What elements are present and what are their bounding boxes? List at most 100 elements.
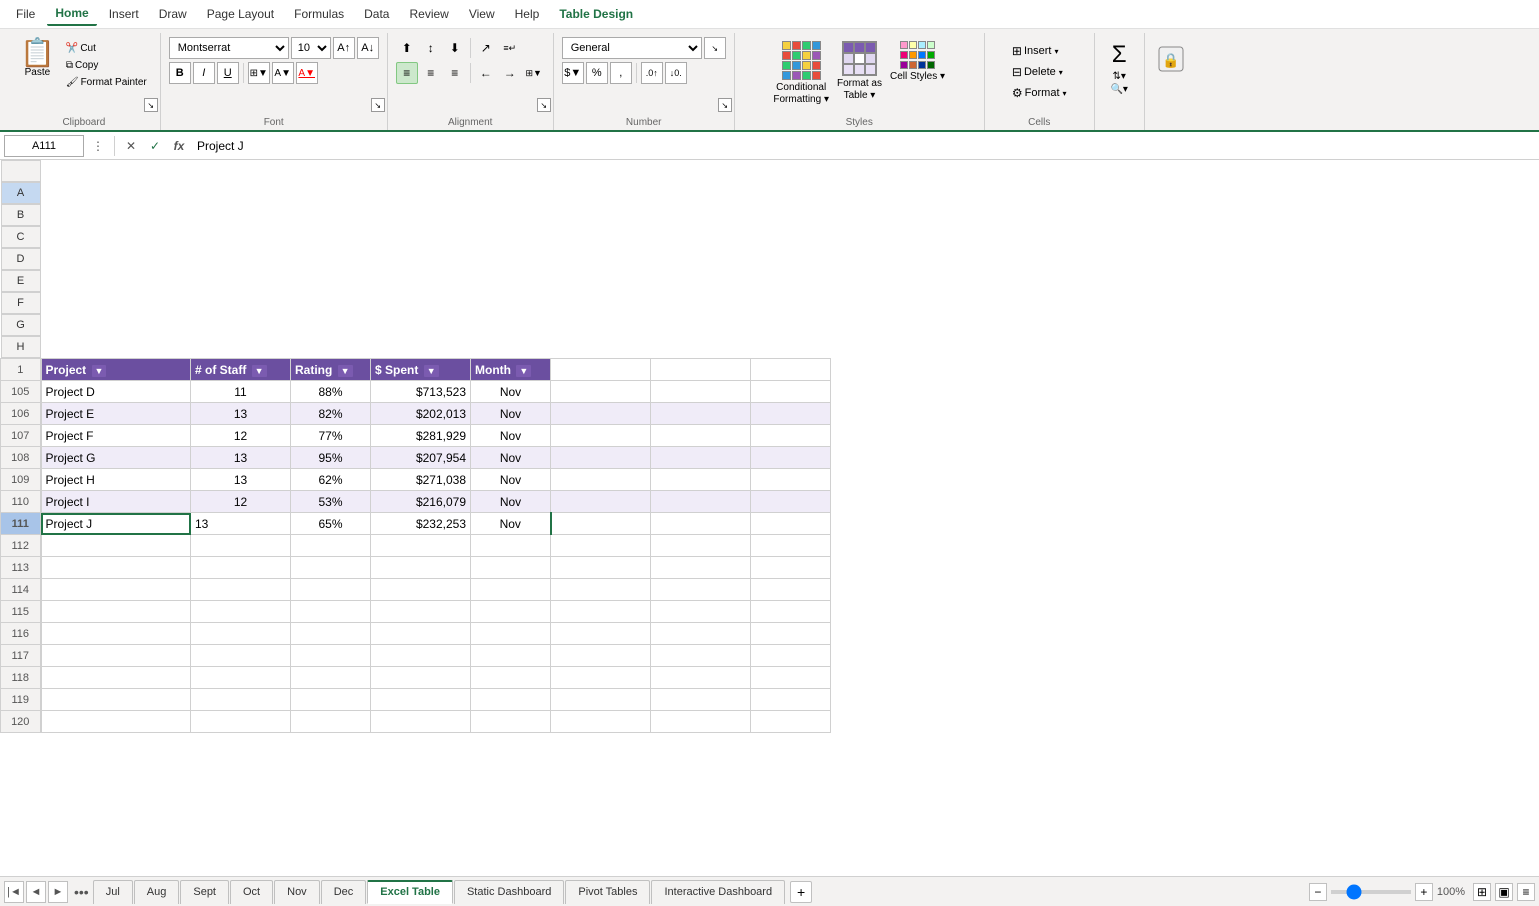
cell-105-e[interactable]: Nov	[471, 381, 551, 403]
menu-table-design[interactable]: Table Design	[551, 3, 641, 25]
align-right-button[interactable]: ≡	[444, 62, 466, 84]
project-dropdown-icon[interactable]: ▼	[92, 365, 107, 377]
cell-109-c[interactable]: 62%	[291, 469, 371, 491]
cell-109-e[interactable]: Nov	[471, 469, 551, 491]
cell-108-a[interactable]: Project G	[41, 447, 191, 469]
cut-button[interactable]: ✂️ Cut	[61, 41, 152, 56]
tab-aug[interactable]: Aug	[134, 880, 180, 904]
tab-sept[interactable]: Sept	[180, 880, 229, 904]
align-left-button[interactable]: ≡	[396, 62, 418, 84]
percent-button[interactable]: %	[586, 62, 608, 84]
increase-decimal-button[interactable]: .0↑	[641, 62, 663, 84]
cell-106-d[interactable]: $202,013	[371, 403, 471, 425]
month-dropdown-icon[interactable]: ▼	[516, 365, 531, 377]
fill-color-button[interactable]: A▼	[272, 62, 294, 84]
menu-view[interactable]: View	[461, 3, 503, 25]
page-layout-view-button[interactable]: ▣	[1495, 883, 1513, 901]
cell-109-a[interactable]: Project H	[41, 469, 191, 491]
font-name-select[interactable]: Montserrat	[169, 37, 289, 59]
borders-button[interactable]: ⊞▼	[248, 62, 270, 84]
currency-button[interactable]: $▼	[562, 62, 584, 84]
col-header-F[interactable]: F	[1, 292, 41, 314]
increase-indent-button[interactable]: →	[499, 62, 521, 84]
number-expand-button[interactable]: ↘	[704, 37, 726, 59]
merge-center-button[interactable]: ⊞▼	[523, 62, 545, 84]
font-size-select[interactable]: 10	[291, 37, 331, 59]
header-cell-month[interactable]: Month ▼	[471, 359, 551, 381]
wrap-text-button[interactable]: ≡↵	[499, 37, 521, 59]
rating-dropdown-icon[interactable]: ▼	[338, 365, 353, 377]
cell-105-a[interactable]: Project D	[41, 381, 191, 403]
cell-114-a[interactable]	[41, 579, 191, 601]
zoom-in-button[interactable]: +	[1415, 883, 1433, 901]
menu-data[interactable]: Data	[356, 3, 397, 25]
col-header-B[interactable]: B	[1, 204, 41, 226]
header-cell-project[interactable]: Project ▼	[41, 359, 191, 381]
cell-111-c[interactable]: 65%	[291, 513, 371, 535]
tab-nav-next[interactable]: ►	[48, 881, 68, 903]
cell-118-a[interactable]	[41, 667, 191, 689]
menu-review[interactable]: Review	[401, 3, 456, 25]
alignment-expand[interactable]: ↘	[537, 98, 551, 112]
cell-107-e[interactable]: Nov	[471, 425, 551, 447]
align-middle-button[interactable]: ↕	[420, 37, 442, 59]
format-as-table-button[interactable]: Format asTable ▾	[837, 41, 882, 102]
cell-107-d[interactable]: $281,929	[371, 425, 471, 447]
tab-nav-prev[interactable]: ◄	[26, 881, 46, 903]
col-header-G[interactable]: G	[1, 314, 41, 336]
increase-font-button[interactable]: A↑	[333, 37, 355, 59]
sheet-tab-ellipsis[interactable]: •••	[70, 884, 93, 900]
cell-107-b[interactable]: 12	[191, 425, 291, 447]
font-color-button[interactable]: A▼	[296, 62, 318, 84]
menu-insert[interactable]: Insert	[101, 3, 147, 25]
insert-function-button[interactable]: fx	[169, 136, 189, 156]
cell-111-e[interactable]: Nov	[471, 513, 551, 535]
menu-home[interactable]: Home	[47, 2, 96, 26]
cell-105-b[interactable]: 11	[191, 381, 291, 403]
menu-formulas[interactable]: Formulas	[286, 3, 352, 25]
menu-draw[interactable]: Draw	[151, 3, 195, 25]
cell-108-c[interactable]: 95%	[291, 447, 371, 469]
cell-110-c[interactable]: 53%	[291, 491, 371, 513]
confirm-formula-button[interactable]: ✓	[145, 136, 165, 156]
decrease-font-button[interactable]: A↓	[357, 37, 379, 59]
tab-jul[interactable]: Jul	[93, 880, 133, 904]
normal-view-button[interactable]: ⊞	[1473, 883, 1491, 901]
format-painter-button[interactable]: 🖌 Format Painter	[61, 75, 152, 90]
zoom-out-button[interactable]: −	[1309, 883, 1327, 901]
cell-108-d[interactable]: $207,954	[371, 447, 471, 469]
more-options-button[interactable]: ⋮	[88, 136, 108, 156]
col-header-C[interactable]: C	[1, 226, 41, 248]
clipboard-expand[interactable]: ↘	[144, 98, 158, 112]
tab-oct[interactable]: Oct	[230, 880, 273, 904]
number-expand[interactable]: ↘	[718, 98, 732, 112]
delete-button[interactable]: ⊟ Delete ▾	[1005, 62, 1074, 82]
autosum-button[interactable]: Σ	[1112, 41, 1127, 69]
bold-button[interactable]: B	[169, 62, 191, 84]
header-cell-rating[interactable]: Rating ▼	[291, 359, 371, 381]
tab-static-dashboard[interactable]: Static Dashboard	[454, 880, 564, 904]
sort-filter-button[interactable]: ⇅▾	[1113, 71, 1126, 82]
cell-110-e[interactable]: Nov	[471, 491, 551, 513]
insert-button[interactable]: ⊞ Insert ▾	[1005, 41, 1074, 61]
col-header-A[interactable]: A	[1, 182, 41, 204]
tab-pivot-tables[interactable]: Pivot Tables	[565, 880, 650, 904]
col-header-E[interactable]: E	[1, 270, 41, 292]
cancel-formula-button[interactable]: ✕	[121, 136, 141, 156]
decrease-indent-button[interactable]: ←	[475, 62, 497, 84]
paste-button[interactable]: 📋 Paste	[16, 37, 59, 90]
cell-112-e[interactable]	[471, 535, 551, 557]
spent-dropdown-icon[interactable]: ▼	[424, 365, 439, 377]
cell-120-a[interactable]	[41, 711, 191, 733]
decrease-decimal-button[interactable]: ↓0.	[665, 62, 687, 84]
align-bottom-button[interactable]: ⬇	[444, 37, 466, 59]
cell-106-b[interactable]: 13	[191, 403, 291, 425]
col-header-D[interactable]: D	[1, 248, 41, 270]
menu-file[interactable]: File	[8, 3, 43, 25]
cell-108-b[interactable]: 13	[191, 447, 291, 469]
zoom-slider[interactable]	[1331, 890, 1411, 894]
cell-115-a[interactable]	[41, 601, 191, 623]
header-cell-spent[interactable]: $ Spent ▼	[371, 359, 471, 381]
header-cell-staff[interactable]: # of Staff ▼	[191, 359, 291, 381]
underline-button[interactable]: U	[217, 62, 239, 84]
